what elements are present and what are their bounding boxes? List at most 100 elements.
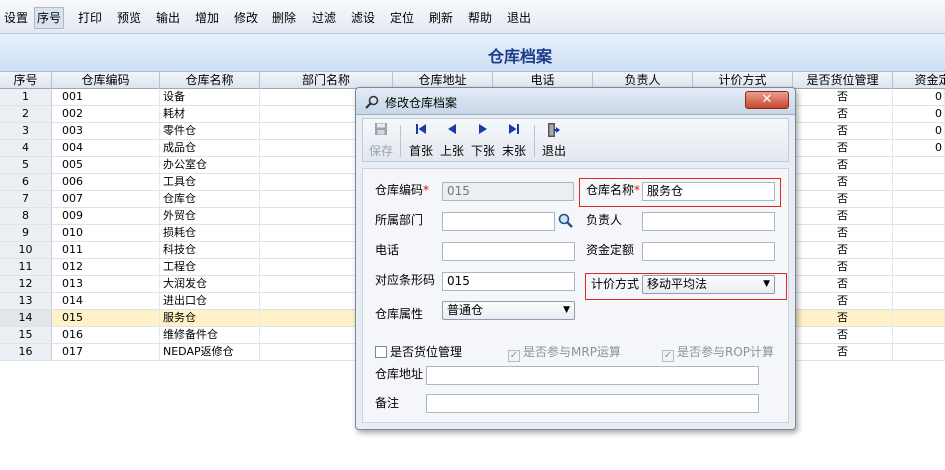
cell-location-mgmt: 否 — [793, 293, 893, 309]
cell-code: 016 — [52, 327, 160, 343]
cell-code: 007 — [52, 191, 160, 207]
cell-name: 办公室仓 — [160, 157, 260, 173]
cell-seq: 2 — [0, 106, 52, 122]
cell-name: 维修备件仓 — [160, 327, 260, 343]
cell-fund: 0 — [893, 140, 945, 156]
menu-export[interactable]: 输出 — [154, 8, 182, 28]
cell-name: 耗材 — [160, 106, 260, 122]
cell-name: 设备 — [160, 89, 260, 105]
dialog-toolbar: 保存 首张 上张 下张 末张 退出 — [362, 118, 789, 162]
menu-delete[interactable]: 删除 — [270, 8, 298, 28]
cell-location-mgmt: 否 — [793, 208, 893, 224]
title-band: 仓库档案 — [0, 34, 945, 72]
cell-location-mgmt: 否 — [793, 106, 893, 122]
location-mgmt-checkbox[interactable]: 是否货位管理 — [375, 344, 462, 360]
menu-print[interactable]: 打印 — [76, 8, 104, 28]
checkbox-box — [375, 346, 387, 358]
cell-seq: 9 — [0, 225, 52, 241]
cell-fund — [893, 174, 945, 190]
save-button[interactable]: 保存 — [367, 122, 395, 160]
cell-fund — [893, 191, 945, 207]
col-name[interactable]: 仓库名称 — [160, 72, 260, 89]
cell-seq: 15 — [0, 327, 52, 343]
last-record-button[interactable]: 末张 — [500, 122, 528, 160]
menu-help[interactable]: 帮助 — [466, 8, 494, 28]
prev-record-label: 上张 — [439, 144, 464, 158]
attr-value: 普通仓 — [447, 303, 484, 317]
last-record-label: 末张 — [501, 144, 526, 158]
pricing-select[interactable]: 移动平均法 ▼ — [642, 275, 775, 294]
menu-preview[interactable]: 预览 — [115, 8, 143, 28]
menu-filterset[interactable]: 滤设 — [349, 8, 377, 28]
prev-record-icon — [438, 122, 466, 140]
rop-checkbox[interactable]: ✓ 是否参与ROP计算 — [662, 344, 775, 362]
attr-label: 仓库属性 — [375, 307, 424, 321]
cell-fund — [893, 276, 945, 292]
manager-label: 负责人 — [586, 213, 623, 227]
menu-locate[interactable]: 定位 — [388, 8, 416, 28]
cell-location-mgmt: 否 — [793, 123, 893, 139]
col-code[interactable]: 仓库编码 — [52, 72, 160, 89]
menu-filter[interactable]: 过滤 — [310, 8, 338, 28]
floppy-disk-icon — [367, 122, 395, 140]
name-input[interactable]: 服务仓 — [642, 182, 775, 201]
first-record-button[interactable]: 首张 — [407, 122, 435, 160]
cell-name: 大润发仓 — [160, 276, 260, 292]
address-input[interactable] — [426, 366, 759, 385]
manager-input[interactable] — [642, 212, 775, 231]
mrp-checkbox[interactable]: ✓ 是否参与MRP运算 — [508, 344, 621, 362]
cell-fund — [893, 208, 945, 224]
fund-input[interactable] — [642, 242, 775, 261]
cell-fund: 0 — [893, 89, 945, 105]
col-seq[interactable]: 序号 — [0, 72, 52, 89]
remark-input[interactable] — [426, 394, 759, 413]
cell-fund — [893, 344, 945, 360]
menu-seq[interactable]: 序号 — [34, 7, 65, 29]
dept-search-icon[interactable] — [557, 212, 575, 229]
cell-name: 外贸仓 — [160, 208, 260, 224]
menu-edit[interactable]: 修改 — [232, 8, 260, 28]
code-input[interactable]: 015 — [442, 182, 574, 201]
cell-location-mgmt: 否 — [793, 242, 893, 258]
dialog-titlebar[interactable]: 修改仓库档案 ✕ — [356, 88, 795, 115]
menu-bar: 设置 序号 打印 预览 输出 增加 修改 删除 过滤 滤设 定位 刷新 帮助 退… — [0, 0, 945, 34]
cell-code: 014 — [52, 293, 160, 309]
menu-refresh[interactable]: 刷新 — [427, 8, 455, 28]
toolbar-separator — [534, 125, 535, 157]
chevron-down-icon: ▼ — [763, 279, 770, 289]
exit-button[interactable]: 退出 — [540, 122, 568, 160]
rop-label: 是否参与ROP计算 — [677, 345, 775, 359]
cell-code: 011 — [52, 242, 160, 258]
cell-location-mgmt: 否 — [793, 327, 893, 343]
cell-code: 012 — [52, 259, 160, 275]
cell-fund — [893, 293, 945, 309]
menu-add[interactable]: 增加 — [193, 8, 221, 28]
pricing-label: 计价方式 — [591, 277, 640, 291]
cell-fund — [893, 157, 945, 173]
cell-seq: 1 — [0, 89, 52, 105]
menu-exit[interactable]: 退出 — [505, 8, 533, 28]
menu-settings[interactable]: 设置 — [2, 8, 30, 28]
col-fund[interactable]: 资金定 — [893, 72, 945, 89]
dialog-close-button[interactable]: ✕ — [745, 91, 789, 109]
dept-input[interactable] — [442, 212, 555, 231]
cell-location-mgmt: 否 — [793, 344, 893, 360]
dept-label: 所属部门 — [375, 213, 424, 227]
cell-seq: 13 — [0, 293, 52, 309]
toolbar-separator — [400, 125, 401, 157]
prev-record-button[interactable]: 上张 — [438, 122, 466, 160]
last-record-icon — [500, 122, 528, 140]
next-record-button[interactable]: 下张 — [469, 122, 497, 160]
col-location-mgmt[interactable]: 是否货位管理 — [793, 72, 893, 89]
barcode-input[interactable]: 015 — [442, 272, 575, 291]
cell-location-mgmt: 否 — [793, 174, 893, 190]
checkmark-icon: ✓ — [508, 350, 520, 362]
cell-name: 成品仓 — [160, 140, 260, 156]
cell-name: 工具仓 — [160, 174, 260, 190]
attr-select[interactable]: 普通仓 ▼ — [442, 301, 575, 320]
phone-input[interactable] — [442, 242, 575, 261]
barcode-label: 对应条形码 — [375, 273, 436, 287]
cell-name: 工程仓 — [160, 259, 260, 275]
cell-location-mgmt: 否 — [793, 157, 893, 173]
cell-seq: 5 — [0, 157, 52, 173]
